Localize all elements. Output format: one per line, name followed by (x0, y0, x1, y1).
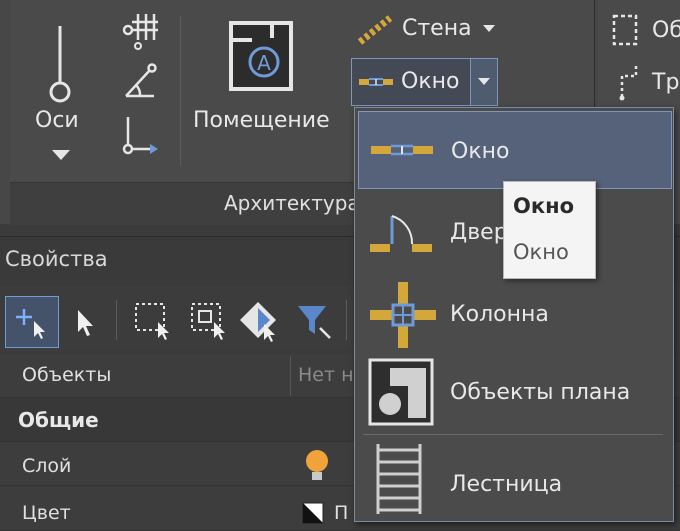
window-label: Окно (401, 69, 460, 94)
chevron-down-icon (478, 78, 490, 85)
select-cursor-icon[interactable] (70, 304, 100, 340)
room-button[interactable]: A Помещение (190, 10, 342, 142)
window-icon (371, 144, 433, 156)
dropdown-label-stairs: Лестница (450, 472, 563, 497)
tooltip-title: Окно (513, 194, 575, 218)
toolbar-separator (116, 300, 117, 340)
similar-select-icon[interactable] (238, 300, 282, 342)
window-dropdown-toggle[interactable] (470, 59, 497, 105)
filter-icon[interactable] (294, 302, 334, 342)
color-swatch-icon (302, 502, 324, 524)
right-item-1-label: Об (652, 18, 680, 43)
door-icon (370, 215, 432, 252)
svg-text:A: A (257, 51, 271, 75)
window-select-icon[interactable] (132, 300, 176, 342)
chevron-down-icon (483, 25, 495, 32)
object-frame-icon[interactable] (610, 12, 640, 48)
row-value-color: П (334, 502, 349, 524)
axes-button[interactable]: Оси (22, 10, 98, 180)
wall-button[interactable]: Стена (352, 10, 502, 48)
toolbar-separator (346, 300, 347, 340)
stairs-icon (376, 444, 422, 514)
right-item-2-label: Тр (652, 70, 680, 95)
axes-label: Оси (35, 108, 79, 133)
section-label-general: Общие (18, 408, 99, 432)
add-select-icon (16, 309, 45, 339)
properties-title: Свойства (5, 247, 108, 271)
window-icon (359, 78, 393, 86)
radial-axes-icon[interactable] (120, 62, 160, 102)
row-label-color: Цвет (22, 502, 71, 524)
wall-icon (357, 15, 393, 45)
dropdown-label-plan-objects: Объекты плана (450, 380, 631, 405)
room-label: Помещение (193, 108, 330, 133)
axis-icon (49, 26, 71, 103)
row-label-objects: Объекты (22, 364, 112, 386)
row-label-layer: Слой (22, 455, 72, 477)
dropdown-label-window: Окно (451, 139, 510, 164)
add-selection-button[interactable] (5, 296, 59, 348)
wall-label: Стена (402, 16, 472, 41)
window-dropdown-menu: Окно Двери Колонна Объекты плана Лестниц… (354, 107, 674, 522)
dropdown-label-column: Колонна (450, 302, 549, 327)
tooltip-description: Окно (513, 240, 569, 264)
column-icon (370, 282, 436, 348)
lightbulb-icon (306, 450, 328, 480)
dropdown-item-plan-objects[interactable]: Объекты плана (358, 356, 670, 430)
trace-icon[interactable] (612, 62, 642, 102)
panel-title: Архитектура (224, 191, 360, 215)
column-divider (290, 356, 291, 396)
chevron-down-icon (52, 150, 70, 160)
ribbon-separator (180, 16, 181, 166)
room-icon: A (229, 21, 293, 91)
grid-axes-icon[interactable] (120, 10, 160, 50)
dropdown-item-stairs[interactable]: Лестница (358, 438, 670, 518)
dropdown-item-window[interactable]: Окно (358, 111, 672, 189)
window-split-button[interactable]: Окно (351, 58, 498, 106)
axis-arrow-icon[interactable] (120, 115, 160, 157)
plan-objects-icon (368, 358, 434, 426)
dropdown-separator (363, 434, 663, 435)
window-tooltip: Окно Окно (503, 181, 596, 279)
dropdown-item-column[interactable]: Колонна (358, 274, 670, 356)
crossing-select-icon[interactable] (188, 300, 232, 342)
